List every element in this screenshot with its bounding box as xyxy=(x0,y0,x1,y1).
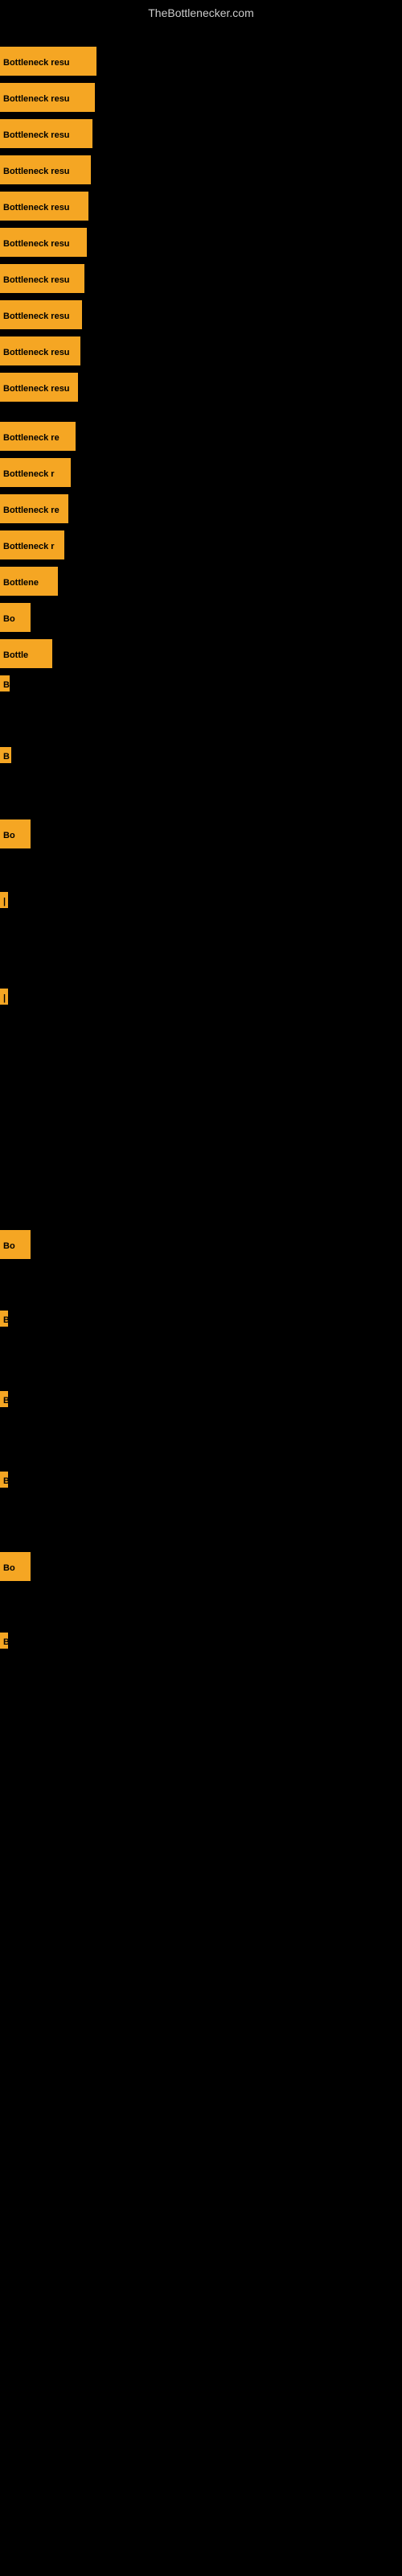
bar-label: Bottleneck resu xyxy=(0,192,88,221)
bar-label: Bottleneck resu xyxy=(0,264,84,293)
bar-label: Bottleneck resu xyxy=(0,300,82,329)
bar-row: Bottleneck resu xyxy=(0,373,78,402)
bar-label: Bo xyxy=(0,1230,31,1259)
bar-row: Bottle xyxy=(0,639,52,668)
bar-label: Bottleneck resu xyxy=(0,336,80,365)
bar-row: B xyxy=(0,1391,8,1407)
bar-label: Bottleneck resu xyxy=(0,373,78,402)
bar-label: Bottleneck r xyxy=(0,458,71,487)
bar-row: Bottleneck r xyxy=(0,530,64,559)
bar-row: Bottleneck resu xyxy=(0,47,96,76)
bar-label: | xyxy=(0,989,8,1005)
bar-label: B xyxy=(0,1472,8,1488)
bar-row: Bo xyxy=(0,603,31,632)
bar-row: B xyxy=(0,1633,8,1649)
bar-label: Bottleneck resu xyxy=(0,228,87,257)
bar-row: Bottleneck re xyxy=(0,494,68,523)
bar-label: Bo xyxy=(0,1552,31,1581)
bar-label: Bo xyxy=(0,603,31,632)
bar-row: Bottleneck resu xyxy=(0,336,80,365)
bar-row: Bottlene xyxy=(0,567,58,596)
bar-row: Bottleneck re xyxy=(0,422,76,451)
bar-row: | xyxy=(0,892,8,908)
bar-label: Bottleneck resu xyxy=(0,47,96,76)
bar-label: | xyxy=(0,892,8,908)
bar-label: B xyxy=(0,675,10,691)
bar-row: B xyxy=(0,747,11,763)
bar-row: Bo xyxy=(0,1230,31,1259)
bar-row: B xyxy=(0,1311,8,1327)
bar-row: Bottleneck resu xyxy=(0,119,92,148)
bar-label: Bottleneck resu xyxy=(0,83,95,112)
bar-label: B xyxy=(0,1391,8,1407)
bar-row: Bottleneck r xyxy=(0,458,71,487)
bar-row: | xyxy=(0,989,8,1005)
bar-row: Bo xyxy=(0,819,31,848)
bar-row: Bo xyxy=(0,1552,31,1581)
bar-label: Bottleneck r xyxy=(0,530,64,559)
bar-label: B xyxy=(0,1311,8,1327)
bar-label: B xyxy=(0,1633,8,1649)
bar-label: Bottle xyxy=(0,639,52,668)
bar-label: B xyxy=(0,747,11,763)
bar-row: B xyxy=(0,675,10,691)
bar-row: Bottleneck resu xyxy=(0,300,82,329)
bar-row: Bottleneck resu xyxy=(0,228,87,257)
bar-label: Bottleneck resu xyxy=(0,119,92,148)
bar-row: Bottleneck resu xyxy=(0,83,95,112)
bar-label: Bottleneck re xyxy=(0,494,68,523)
bar-label: Bo xyxy=(0,819,31,848)
bar-row: Bottleneck resu xyxy=(0,264,84,293)
bar-row: Bottleneck resu xyxy=(0,155,91,184)
bar-label: Bottleneck re xyxy=(0,422,76,451)
site-title: TheBottlenecker.com xyxy=(0,0,402,23)
bar-label: Bottlene xyxy=(0,567,58,596)
bar-row: Bottleneck resu xyxy=(0,192,88,221)
bar-row: B xyxy=(0,1472,8,1488)
bar-label: Bottleneck resu xyxy=(0,155,91,184)
